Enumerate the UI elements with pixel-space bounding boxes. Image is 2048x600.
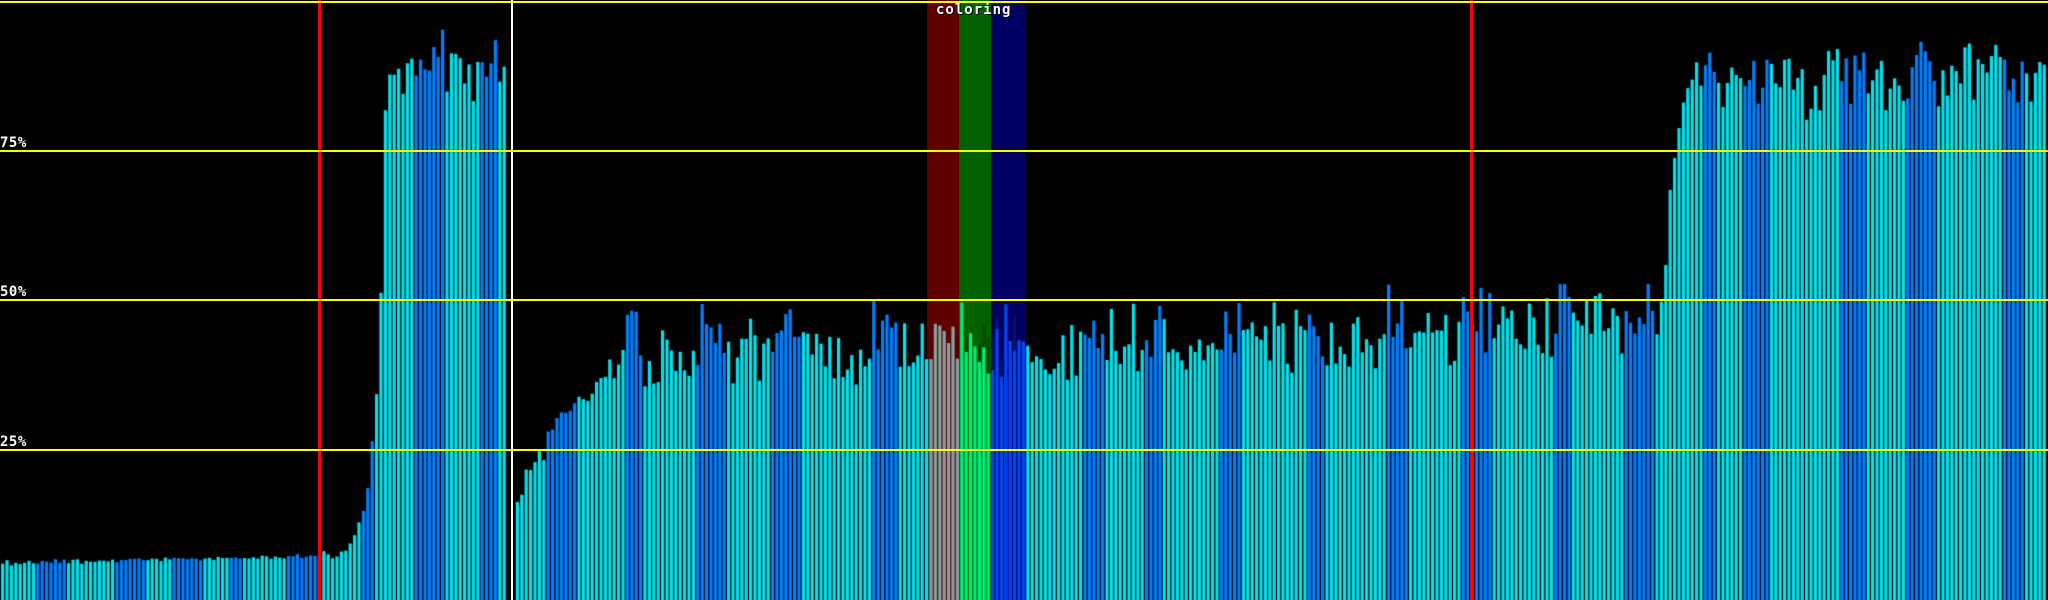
profiler-graph: 75% 50% 25% coloring [0,0,2048,600]
coloring-label: coloring [936,2,1012,18]
tick-label-25: 25% [0,434,27,450]
gridline-25 [0,449,2048,451]
tick-label-50: 50% [0,284,27,300]
tick-label-75: 75% [0,135,27,151]
gridline-75 [0,150,2048,152]
gridline-100 [0,1,2048,3]
gridline-50 [0,299,2048,301]
